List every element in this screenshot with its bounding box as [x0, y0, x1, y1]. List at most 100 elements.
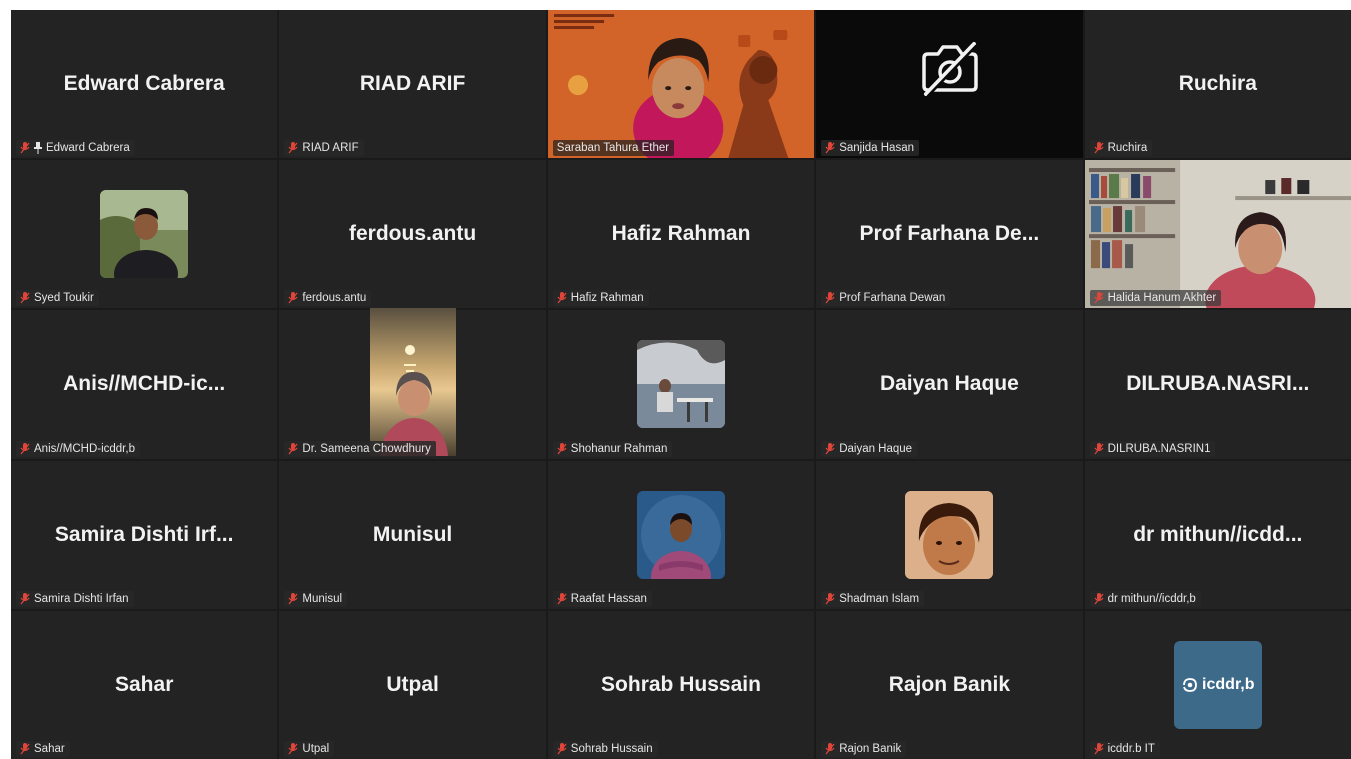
participant-tile[interactable]: icddr,b icddr.b IT — [1084, 610, 1351, 759]
participant-display-name: dr mithun//icdd... — [1133, 522, 1303, 546]
participant-tile[interactable]: Samira Dishti Irf... Samira Dishti Irfan — [11, 460, 278, 609]
participant-display-name: Prof Farhana De... — [859, 222, 1040, 246]
gallery-grid: Edward Cabrera Edward Cabrera RIAD ARIF … — [11, 10, 1351, 759]
participant-tile[interactable]: DILRUBA.NASRI... DILRUBA.NASRIN1 — [1084, 310, 1351, 459]
participant-tile[interactable]: Rajon Banik Rajon Banik — [816, 610, 1083, 759]
participant-label: Samira Dishti Irfan — [16, 590, 134, 607]
participant-tile[interactable]: Sahar Sahar — [11, 610, 278, 759]
muted-mic-icon — [20, 592, 30, 605]
muted-mic-icon — [1094, 292, 1104, 304]
participant-label-text: Halida Hanum Akhter — [1107, 292, 1217, 305]
participant-tile[interactable]: Shohanur Rahman — [547, 310, 815, 459]
participant-label-text: ferdous.antu — [302, 292, 367, 305]
participant-video — [1084, 160, 1351, 309]
muted-mic-icon — [1094, 742, 1104, 755]
muted-mic-icon — [825, 592, 835, 605]
participant-label: DILRUBA.NASRIN1 — [1089, 440, 1216, 457]
participant-tile[interactable]: Utpal Utpal — [279, 610, 546, 759]
participant-tile[interactable]: Raafat Hassan — [547, 460, 815, 609]
icddrb-logo-text: icddr,b — [1202, 675, 1255, 693]
participant-label-text: Saraban Tahura Ether — [556, 142, 670, 155]
participant-label-text: Shohanur Rahman — [570, 442, 668, 455]
muted-mic-icon — [825, 142, 835, 154]
participant-label-text: Samira Dishti Irfan — [34, 592, 129, 605]
muted-mic-icon — [288, 592, 298, 605]
participant-label: Daiyan Haque — [821, 440, 918, 457]
participant-label-text: Sohrab Hussain — [570, 742, 653, 755]
participant-label-text: Utpal — [302, 742, 330, 755]
participant-label: Utpal — [284, 740, 335, 757]
participant-display-name: Samira Dishti Irf... — [54, 522, 234, 546]
icddrb-logo-avatar: icddr,b — [1173, 640, 1262, 729]
participant-tile[interactable]: Hafiz Rahman Hafiz Rahman — [547, 160, 815, 309]
muted-mic-icon — [20, 442, 30, 454]
participant-display-name: Sohrab Hussain — [601, 672, 761, 696]
muted-mic-icon — [1094, 442, 1104, 454]
muted-mic-icon — [288, 292, 298, 304]
muted-mic-icon — [557, 292, 567, 304]
muted-mic-icon — [825, 292, 835, 304]
participant-tile[interactable]: ferdous.antu ferdous.antu — [279, 160, 546, 309]
participant-label-text: RIAD ARIF — [302, 142, 359, 155]
participant-label: ferdous.antu — [284, 290, 372, 307]
participant-tile[interactable]: Daiyan Haque Daiyan Haque — [816, 310, 1083, 459]
participant-display-name: Ruchira — [1178, 72, 1257, 95]
participant-label-text: Munisul — [302, 592, 343, 605]
participant-label-text: Hafiz Rahman — [570, 292, 644, 305]
participant-display-name: Edward Cabrera — [63, 72, 225, 95]
participant-label-text: Prof Farhana Dewan — [839, 292, 946, 305]
participant-label-text: icddr.b IT — [1107, 742, 1155, 755]
participant-tile[interactable]: Edward Cabrera Edward Cabrera — [11, 10, 278, 159]
avatar — [636, 490, 725, 579]
muted-mic-icon — [288, 142, 298, 154]
participant-tile[interactable]: Shadman Islam — [816, 460, 1083, 609]
participant-label-text: Edward Cabrera — [46, 142, 130, 155]
participant-display-name: Daiyan Haque — [879, 372, 1019, 396]
participant-label: dr mithun//icddr,b — [1089, 590, 1201, 607]
participant-display-name: ferdous.antu — [349, 222, 477, 246]
participant-label: Shohanur Rahman — [552, 440, 673, 457]
camera-off-icon — [922, 42, 979, 96]
participant-label: Edward Cabrera — [16, 140, 135, 157]
muted-mic-icon — [557, 592, 567, 605]
participant-tile[interactable]: Sohrab Hussain Sohrab Hussain — [547, 610, 815, 759]
participant-label: Sohrab Hussain — [552, 740, 658, 757]
participant-label-text: Raafat Hassan — [570, 592, 647, 605]
participant-tile[interactable]: dr mithun//icdd... dr mithun//icddr,b — [1084, 460, 1351, 609]
participant-label: Saraban Tahura Ether — [552, 140, 675, 157]
participant-label: Prof Farhana Dewan — [821, 290, 951, 307]
participant-tile[interactable]: Prof Farhana De... Prof Farhana Dewan — [816, 160, 1083, 309]
participant-tile[interactable]: Ruchira Ruchira — [1084, 10, 1351, 159]
participant-label-text: Sanjida Hasan — [839, 142, 914, 155]
muted-mic-icon — [557, 442, 567, 454]
participant-display-name: Munisul — [372, 522, 453, 546]
participant-label-text: Sahar — [34, 742, 65, 755]
participant-label: Rajon Banik — [821, 740, 907, 757]
participant-display-name: Hafiz Rahman — [611, 222, 751, 246]
muted-mic-icon — [20, 742, 30, 755]
participant-label-text: Rajon Banik — [839, 742, 902, 755]
participant-tile[interactable]: Anis//MCHD-ic... Anis//MCHD-icddr,b — [11, 310, 278, 459]
participant-label: Anis//MCHD-icddr,b — [16, 440, 140, 457]
muted-mic-icon — [825, 742, 835, 755]
participant-tile[interactable]: Dr. Sameena Chowdhury — [279, 308, 546, 459]
muted-mic-icon — [557, 742, 567, 755]
participant-label: Halida Hanum Akhter — [1089, 290, 1222, 307]
participant-label: Ruchira — [1089, 140, 1153, 157]
participant-label-text: Dr. Sameena Chowdhury — [302, 442, 431, 455]
active-speaker-video-tile[interactable]: Saraban Tahura Ether — [547, 10, 815, 159]
avatar — [100, 190, 189, 279]
participant-tile[interactable]: Syed Toukir — [11, 160, 278, 309]
participant-label-text: dr mithun//icddr,b — [1107, 592, 1196, 605]
participant-tile[interactable]: Sanjida Hasan — [816, 10, 1083, 159]
participant-display-name: Utpal — [386, 672, 439, 696]
participant-tile[interactable]: Munisul Munisul — [279, 460, 546, 609]
participant-label-text: Daiyan Haque — [839, 442, 913, 455]
participant-label: Dr. Sameena Chowdhury — [284, 440, 436, 457]
participant-video-tile[interactable]: Halida Hanum Akhter — [1084, 160, 1351, 309]
pin-icon — [34, 142, 42, 155]
participant-label: Shadman Islam — [821, 590, 925, 607]
participant-tile[interactable]: RIAD ARIF RIAD ARIF — [279, 10, 546, 159]
participant-display-name: Sahar — [115, 672, 174, 696]
muted-mic-icon — [825, 442, 835, 454]
